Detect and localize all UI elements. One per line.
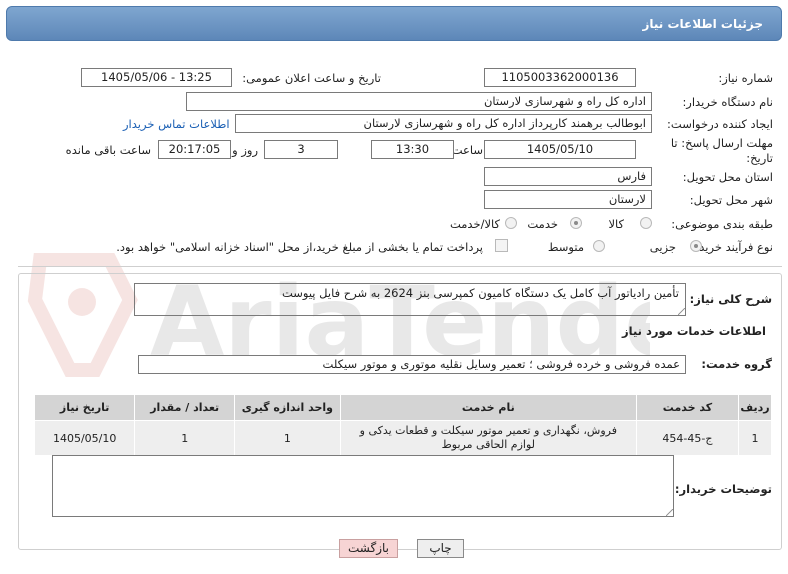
process-option-minor: جزیی [649, 240, 676, 254]
remaining-time-label: ساعت باقی مانده [65, 143, 151, 157]
announce-datetime-field: 1405/05/06 - 13:25 [81, 68, 232, 87]
province-label: استان محل تحویل: [682, 170, 773, 184]
cell-service-name: فروش، نگهداری و تعمیر موتور سیکلت و قطعا… [339, 420, 637, 456]
cell-quantity: 1 [134, 420, 236, 456]
print-button[interactable]: چاپ [417, 539, 464, 558]
col-row-index: ردیف [737, 394, 773, 421]
col-service-code: کد خدمت [635, 394, 739, 421]
category-label: طبقه بندی موضوعی: [671, 217, 773, 231]
buyer-notes-textarea[interactable] [52, 455, 674, 517]
deadline-days-field: 3 [264, 140, 338, 159]
category-radio-service[interactable] [570, 217, 582, 229]
cell-row-index: 1 [737, 420, 773, 456]
category-option-service: خدمت [527, 217, 558, 231]
buyer-contact-link[interactable]: اطلاعات تماس خریدار [123, 117, 230, 131]
service-group-label: گروه خدمت: [701, 357, 772, 371]
description-label: شرح کلی نیاز: [689, 292, 772, 306]
deadline-date-field: 1405/05/10 [484, 140, 636, 159]
remaining-time-field: 20:17:05 [158, 140, 231, 159]
resize-handle-icon[interactable] [678, 308, 685, 315]
services-title: اطلاعات خدمات مورد نیاز [622, 324, 766, 338]
process-label: نوع فرآیند خرید : [691, 240, 773, 254]
col-quantity: تعداد / مقدار [134, 394, 236, 421]
description-textarea[interactable]: تأمین رادیاتور آب کامل یک دستگاه کامیون … [134, 283, 686, 316]
need-number-label: شماره نیاز: [718, 71, 773, 85]
col-service-name: نام خدمت [339, 394, 637, 421]
deadline-time-field: 13:30 [371, 140, 454, 159]
city-field: لارستان [484, 190, 652, 209]
deadline-time-label: ساعت [451, 143, 483, 157]
section-divider [18, 266, 782, 267]
city-label: شهر محل تحویل: [689, 193, 773, 207]
resize-handle-icon[interactable] [666, 509, 673, 516]
cell-need-date: 1405/05/10 [33, 420, 136, 456]
need-number-field: 1105003362000136 [484, 68, 636, 87]
description-text: تأمین رادیاتور آب کامل یک دستگاه کامیون … [281, 286, 679, 300]
province-field: فارس [484, 167, 652, 186]
buyer-org-field: اداره کل راه و شهرسازی لارستان [186, 92, 652, 111]
treasury-payment-note: پرداخت تمام یا بخشی از مبلغ خرید،از محل … [116, 240, 483, 254]
cell-unit: 1 [234, 420, 341, 456]
services-table: تاریخ نیاز تعداد / مقدار واحد اندازه گیر… [33, 394, 773, 456]
buyer-notes-text [53, 456, 673, 460]
col-need-date: تاریخ نیاز [33, 394, 136, 421]
process-radio-minor[interactable] [690, 240, 702, 252]
category-radio-goods[interactable] [640, 217, 652, 229]
col-unit: واحد اندازه گیری [234, 394, 341, 421]
cell-service-code: ج-45-454 [635, 420, 739, 456]
page-header: جزئیات اطلاعات نیاز [6, 6, 782, 41]
back-button[interactable]: بازگشت [339, 539, 398, 558]
process-radio-medium[interactable] [593, 240, 605, 252]
category-radio-goods-service[interactable] [505, 217, 517, 229]
process-option-medium: متوسط [547, 240, 584, 254]
service-group-field: عمده فروشی و خرده فروشی ؛ تعمیر وسایل نق… [138, 355, 686, 374]
category-option-goods: کالا [608, 217, 624, 231]
deadline-label: مهلت ارسال پاسخ: تا تاریخ: [670, 136, 773, 165]
page-title: جزئیات اطلاعات نیاز [642, 17, 763, 31]
table-header-row: تاریخ نیاز تعداد / مقدار واحد اندازه گیر… [33, 394, 773, 421]
deadline-days-label: روز و [232, 143, 258, 157]
announce-datetime-label: تاریخ و ساعت اعلان عمومی: [242, 71, 381, 85]
buyer-notes-label: توضیحات خریدار: [674, 482, 772, 496]
requester-field: ابوطالب برهمند کارپرداز اداره کل راه و ش… [235, 114, 652, 133]
buyer-org-label: نام دستگاه خریدار: [682, 95, 773, 109]
requester-label: ایجاد کننده درخواست: [667, 117, 773, 131]
treasury-payment-checkbox[interactable] [495, 239, 508, 252]
category-option-goods-service: کالا/خدمت [449, 217, 500, 231]
table-row: 1405/05/10 1 1 فروش، نگهداری و تعمیر موت… [33, 420, 773, 456]
